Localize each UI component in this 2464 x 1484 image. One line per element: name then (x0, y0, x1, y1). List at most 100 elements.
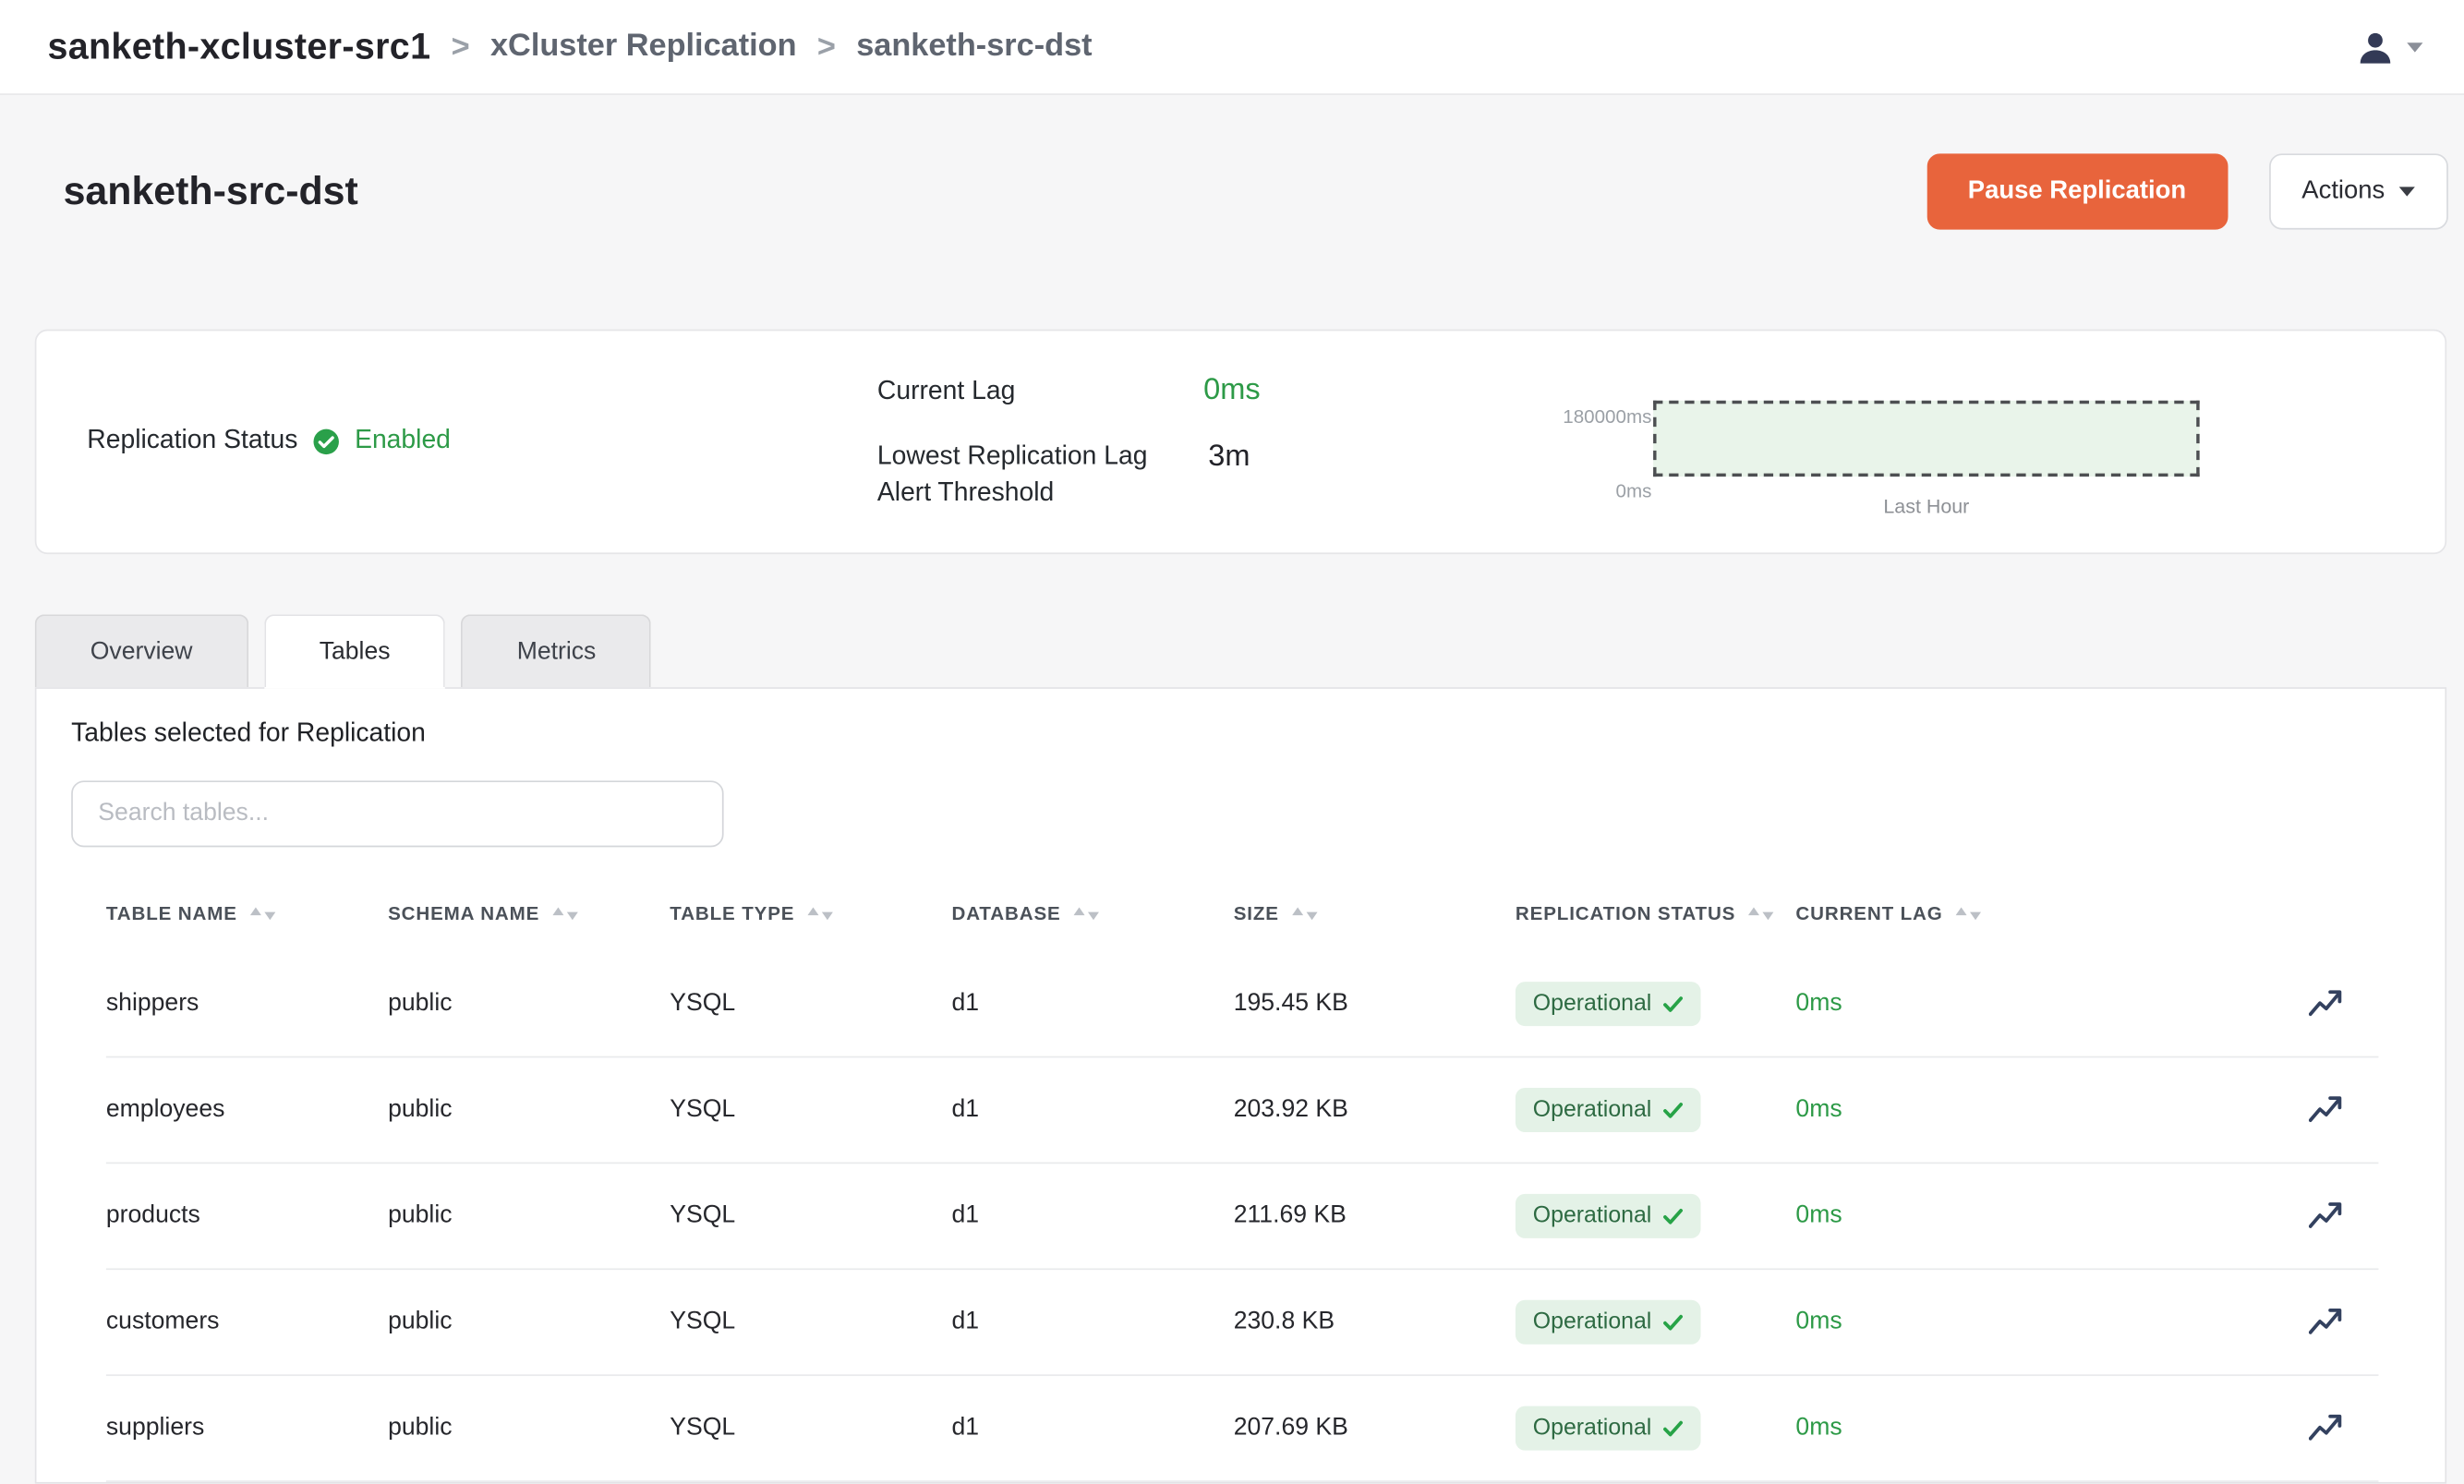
status-badge-label: Operational (1533, 1203, 1652, 1228)
column-header-label: TABLE TYPE (670, 902, 794, 924)
row-lag-graph-button[interactable] (2306, 1303, 2348, 1341)
current-lag-value: 0ms (1203, 374, 1261, 409)
cell-table-type: YSQL (670, 1096, 951, 1125)
check-icon (1662, 1419, 1683, 1437)
user-icon (2355, 26, 2397, 67)
table-row[interactable]: shippers public YSQL d1 195.45 KB Operat… (106, 952, 2379, 1058)
status-badge: Operational (1516, 1300, 1701, 1345)
column-header-size[interactable]: SIZE (1234, 902, 1516, 924)
sort-icon (1748, 902, 1773, 924)
check-icon (1662, 995, 1683, 1013)
pause-replication-button[interactable]: Pause Replication (1927, 153, 2227, 229)
header-actions: Pause Replication Actions (1927, 153, 2448, 229)
status-badge-label: Operational (1533, 991, 1652, 1016)
column-header-label: SCHEMA NAME (388, 902, 539, 924)
column-header-label: TABLE NAME (106, 902, 237, 924)
lag-threshold-label: Lowest Replication Lag Alert Threshold (877, 439, 1163, 512)
tab-metrics[interactable]: Metrics (462, 614, 652, 687)
column-header-label: DATABASE (952, 902, 1061, 924)
line-chart-icon (2309, 988, 2344, 1019)
sort-icon (1292, 902, 1317, 924)
cell-current-lag: 0ms (1795, 1096, 2272, 1125)
breadcrumb-separator: > (452, 30, 470, 66)
column-header-current-lag[interactable]: CURRENT LAG (1795, 902, 2272, 924)
line-chart-icon (2309, 1412, 2344, 1443)
line-chart-icon (2309, 1307, 2344, 1338)
column-header-label: CURRENT LAG (1795, 902, 1942, 924)
actions-button[interactable]: Actions (2268, 153, 2448, 229)
cell-table-name: shippers (106, 990, 388, 1019)
search-tables-input[interactable] (71, 780, 723, 847)
cell-database: d1 (952, 990, 1234, 1019)
cell-database: d1 (952, 1308, 1234, 1336)
cell-current-lag: 0ms (1795, 1201, 2272, 1230)
check-icon (1662, 1102, 1683, 1119)
breadcrumb-cluster[interactable]: sanketh-xcluster-src1 (47, 25, 430, 67)
topbar: sanketh-xcluster-src1 > xCluster Replica… (0, 0, 2464, 95)
chart-ymax-label: 180000ms (1563, 405, 1651, 428)
table-row[interactable]: customers public YSQL d1 230.8 KB Operat… (106, 1270, 2379, 1376)
check-icon (1662, 1207, 1683, 1225)
row-lag-graph-button[interactable] (2306, 1197, 2348, 1235)
cell-current-lag: 0ms (1795, 1414, 2272, 1442)
sort-icon (1955, 902, 1980, 924)
tab-tables[interactable]: Tables (264, 614, 446, 687)
column-header-table-name[interactable]: TABLE NAME (106, 902, 388, 924)
breadcrumb-separator: > (817, 30, 836, 66)
cell-current-lag: 0ms (1795, 1308, 2272, 1336)
tab-overview[interactable]: Overview (35, 614, 248, 687)
cell-schema-name: public (388, 990, 670, 1019)
cell-table-type: YSQL (670, 990, 951, 1019)
chevron-down-icon (2407, 42, 2422, 51)
status-badge: Operational (1516, 1088, 1701, 1132)
status-badge-label: Operational (1533, 1309, 1652, 1334)
cell-table-name: customers (106, 1308, 388, 1336)
column-header-schema-name[interactable]: SCHEMA NAME (388, 902, 670, 924)
column-header-table-type[interactable]: TABLE TYPE (670, 902, 951, 924)
page-title: sanketh-src-dst (64, 169, 358, 215)
check-circle-icon (312, 427, 341, 455)
cell-table-type: YSQL (670, 1414, 951, 1442)
breadcrumb: sanketh-xcluster-src1 > xCluster Replica… (47, 25, 1092, 67)
column-header-label: REPLICATION STATUS (1516, 902, 1735, 924)
sort-icon (250, 902, 275, 924)
status-badge-label: Operational (1533, 1097, 1652, 1122)
row-lag-graph-button[interactable] (2306, 985, 2348, 1023)
breadcrumb-section[interactable]: xCluster Replication (490, 29, 797, 65)
actions-button-label: Actions (2301, 177, 2385, 206)
replication-status-value: Enabled (355, 426, 451, 456)
chart-ymin-label: 0ms (1616, 480, 1652, 502)
replication-status-row: Replication Status Enabled (87, 426, 451, 456)
replication-tables-table: TABLE NAME SCHEMA NAME TABLE TYPE DATABA… (106, 875, 2379, 1482)
user-menu[interactable] (2355, 26, 2423, 67)
cell-table-type: YSQL (670, 1308, 951, 1336)
check-icon (1662, 1313, 1683, 1331)
replication-status-card: Replication Status Enabled Current Lag 0… (35, 330, 2446, 554)
column-header-replication-status[interactable]: REPLICATION STATUS (1516, 902, 1795, 924)
replication-status-label: Replication Status (87, 426, 297, 456)
table-row[interactable]: employees public YSQL d1 203.92 KB Opera… (106, 1057, 2379, 1164)
cell-size: 207.69 KB (1234, 1414, 1516, 1442)
breadcrumb-current: sanketh-src-dst (856, 29, 1092, 65)
sort-icon (1073, 902, 1098, 924)
sort-icon (552, 902, 577, 924)
line-chart-icon (2309, 1094, 2344, 1126)
table-row[interactable]: products public YSQL d1 211.69 KB Operat… (106, 1164, 2379, 1270)
table-row[interactable]: suppliers public YSQL d1 207.69 KB Opera… (106, 1376, 2379, 1482)
cell-table-name: products (106, 1201, 388, 1230)
chevron-down-icon (2399, 187, 2415, 196)
cell-database: d1 (952, 1201, 1234, 1230)
chart-threshold-band (1653, 401, 2200, 477)
line-chart-icon (2309, 1200, 2344, 1232)
column-header-database[interactable]: DATABASE (952, 902, 1234, 924)
cell-schema-name: public (388, 1308, 670, 1336)
cell-size: 230.8 KB (1234, 1308, 1516, 1336)
cell-database: d1 (952, 1096, 1234, 1125)
cell-schema-name: public (388, 1414, 670, 1442)
row-lag-graph-button[interactable] (2306, 1409, 2348, 1447)
cell-current-lag: 0ms (1795, 990, 2272, 1019)
status-badge: Operational (1516, 1194, 1701, 1238)
tables-panel: Tables selected for Replication TABLE NA… (35, 687, 2446, 1483)
panel-title: Tables selected for Replication (71, 718, 426, 749)
row-lag-graph-button[interactable] (2306, 1091, 2348, 1128)
